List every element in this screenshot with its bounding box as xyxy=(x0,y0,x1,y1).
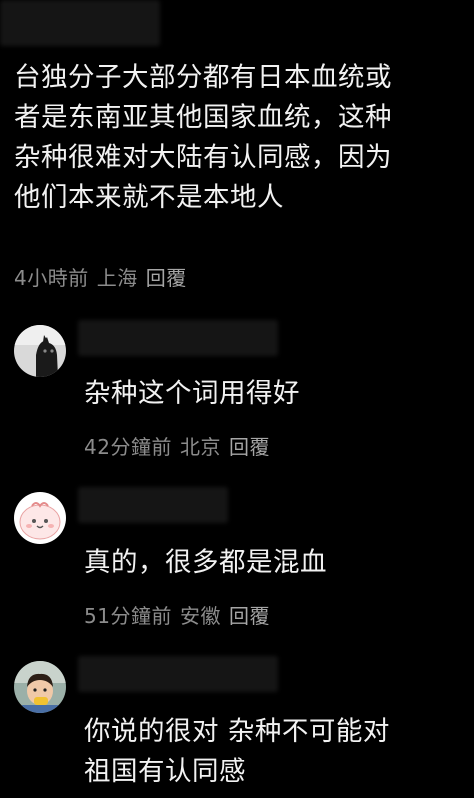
main-comment-line: 杂种很难对大陆有认同感，因为 xyxy=(14,142,392,173)
main-comment-text: 台独分子大部分都有日本血统或 者是东南亚其他国家血统，这种 杂种很难对大陆有认同… xyxy=(14,58,464,218)
comment-time: 4小時前 xyxy=(14,266,89,290)
reply-meta: 51分鐘前 安徽 回覆 xyxy=(84,600,270,629)
redacted-username xyxy=(78,487,228,523)
reply-text: 杂种这个词用得好 xyxy=(84,374,464,414)
pink-cartoon-avatar-icon xyxy=(14,492,66,544)
reply-text: 你说的很对 杂种不可能对 祖国有认同感 xyxy=(84,712,464,792)
child-photo-avatar-icon xyxy=(14,661,66,713)
avatar[interactable] xyxy=(14,325,66,377)
comment-time: 42分鐘前 xyxy=(84,435,172,459)
comment-time: 51分鐘前 xyxy=(84,604,172,628)
comment-location: 上海 xyxy=(96,266,138,290)
comment-location: 北京 xyxy=(179,435,221,459)
main-comment-line: 他们本来就不是本地人 xyxy=(14,182,284,213)
redacted-username-main xyxy=(0,0,160,46)
avatar[interactable] xyxy=(14,492,66,544)
reply-meta: 42分鐘前 北京 回覆 xyxy=(84,431,270,460)
comment-location: 安徽 xyxy=(179,604,221,628)
main-comment-line: 者是东南亚其他国家血统，这种 xyxy=(14,102,392,133)
reply-button[interactable]: 回覆 xyxy=(146,266,187,290)
avatar[interactable] xyxy=(14,661,66,713)
reply-line: 祖国有认同感 xyxy=(84,756,246,787)
reply-button[interactable]: 回覆 xyxy=(229,604,270,628)
reply-line: 杂种这个词用得好 xyxy=(84,378,300,409)
main-comment-meta: 4小時前 上海 回覆 xyxy=(14,262,187,291)
reply-text: 真的，很多都是混血 xyxy=(84,543,464,583)
redacted-username xyxy=(78,656,278,692)
main-comment-line: 台独分子大部分都有日本血统或 xyxy=(14,62,392,93)
reply-line: 真的，很多都是混血 xyxy=(84,547,327,578)
cat-avatar-icon xyxy=(14,325,66,377)
redacted-username xyxy=(78,320,278,356)
reply-button[interactable]: 回覆 xyxy=(229,435,270,459)
reply-line: 你说的很对 杂种不可能对 xyxy=(84,716,390,747)
